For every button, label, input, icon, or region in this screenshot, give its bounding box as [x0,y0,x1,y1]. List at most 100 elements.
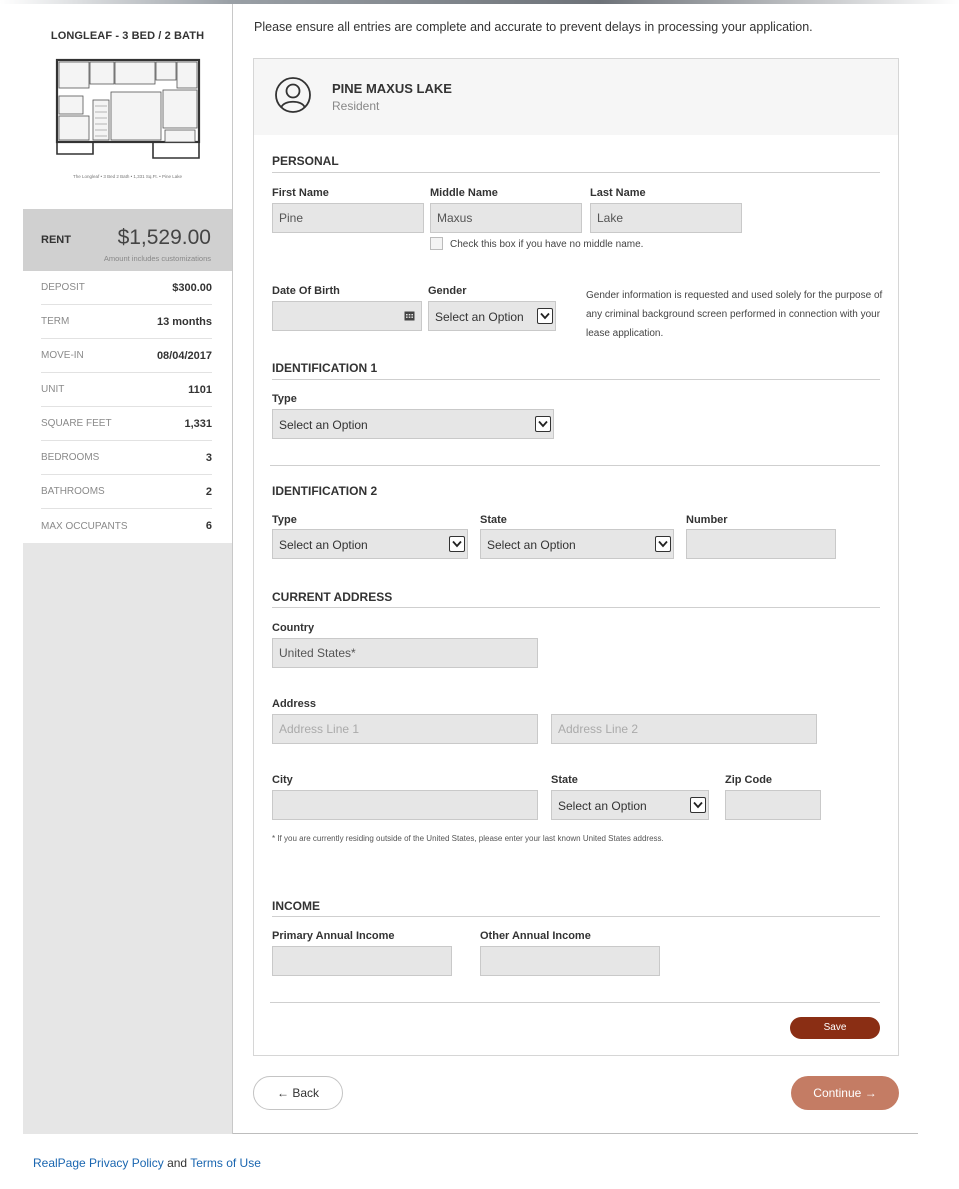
continue-button[interactable]: Continue → [791,1076,899,1110]
back-button[interactable]: ← Back [253,1076,343,1110]
privacy-policy-link[interactable]: RealPage Privacy Policy [33,1156,164,1170]
detail-label: TERM [41,316,70,327]
arrow-left-icon: ← [276,1086,289,1100]
id2-state-select[interactable]: Select an Option [480,529,674,559]
footer-divider [233,1133,918,1134]
footer: RealPage Privacy Policy and Terms of Use [33,1156,261,1170]
detail-label: SQUARE FEET [41,418,112,429]
no-middle-name-label: Check this box if you have no middle nam… [450,239,644,250]
detail-value: $300.00 [172,281,212,294]
detail-label: MAX OCCUPANTS [41,520,128,532]
calendar-icon[interactable] [404,310,415,324]
address-line-1-input[interactable]: Address Line 1 [272,714,538,744]
gender-note: Gender information is requested and used… [586,290,883,339]
city-input[interactable] [272,790,538,820]
section-divider [272,172,880,173]
other-income-input[interactable] [480,946,660,976]
detail-label: DEPOSIT [41,282,85,293]
id2-type-label: Type [272,514,297,526]
detail-row-deposit: DEPOSIT $300.00 [41,271,212,305]
detail-row-bathrooms: BATHROOMS 2 [41,475,212,509]
address-footnote: * If you are currently residing outside … [272,834,664,843]
id1-type-selected: Select an Option [279,418,368,432]
zip-code-input[interactable] [725,790,821,820]
address-label: Address [272,698,317,710]
other-income-label: Other Annual Income [480,930,591,942]
id2-number-input[interactable] [686,529,836,559]
chevron-down-icon [449,536,465,552]
save-button[interactable]: Save [790,1017,880,1039]
gender-label: Gender [428,285,467,297]
id2-type-select[interactable]: Select an Option [272,529,468,559]
gender-selected: Select an Option [435,310,524,324]
detail-label: BEDROOMS [41,452,100,463]
zip-code-label: Zip Code [725,774,773,786]
detail-row-unit: UNIT 1101 [41,373,212,407]
dob-input[interactable] [272,301,422,331]
floorplan-caption: The Longleaf • 3 Bed 2 Bath • 1,331 Sq.F… [72,174,183,179]
detail-row-bedrooms: BEDROOMS 3 [41,441,212,475]
user-avatar-icon [274,76,312,114]
section-divider [272,379,880,380]
id2-number-label: Number [686,514,728,526]
resident-header: PINE MAXUS LAKE Resident [254,59,898,135]
primary-income-label: Primary Annual Income [272,930,395,942]
dob-label: Date Of Birth [272,285,340,297]
rent-label: RENT [41,234,71,246]
address-line-2-input[interactable]: Address Line 2 [551,714,817,744]
detail-value: 08/04/2017 [156,349,212,362]
id1-type-label: Type [272,393,297,405]
detail-value: 13 months [156,315,212,328]
id1-type-select[interactable]: Select an Option [272,409,554,439]
terms-of-use-link[interactable]: Terms of Use [190,1156,261,1170]
resident-role: Resident [332,99,380,113]
section-title-personal: PERSONAL [272,154,339,168]
detail-value: 2 [205,485,212,498]
continue-button-label: Continue [813,1086,862,1100]
country-label: Country [272,622,315,634]
detail-label: UNIT [41,384,65,395]
footer-and: and [163,1156,191,1170]
last-name-input[interactable]: Lake [590,203,742,233]
detail-row-square-feet: SQUARE FEET 1,331 [41,407,212,441]
back-button-label: Back [292,1086,320,1100]
detail-label: MOVE-IN [41,350,84,361]
no-middle-name-checkbox[interactable] [430,237,443,250]
detail-value: 6 [205,520,212,532]
rent-summary: RENT $1,529.00 Amount includes customiza… [23,209,232,271]
city-label: City [272,774,293,786]
section-title-income: INCOME [272,899,320,913]
section-divider [272,607,880,608]
detail-row-move-in: MOVE-IN 08/04/2017 [41,339,212,373]
gender-select[interactable]: Select an Option [428,301,556,331]
unit-summary-sidebar: LONGLEAF - 3 BED / 2 BATH The Longleaf •… [23,4,233,1134]
chevron-down-icon [690,797,706,813]
detail-value: 3 [205,451,212,464]
last-name-label: Last Name [590,187,646,199]
country-input[interactable]: United States* [272,638,538,668]
section-title-current-address: CURRENT ADDRESS [272,590,393,604]
id2-state-selected: Select an Option [487,538,576,552]
arrow-right-icon: → [864,1086,877,1100]
application-form-card: PINE MAXUS LAKE Resident PERSONAL First … [253,58,899,1056]
section-divider [270,1002,880,1003]
resident-name: PINE MAXUS LAKE [332,81,452,96]
address-state-label: State [551,774,578,786]
rent-value: $1,529.00 [117,226,211,249]
middle-name-label: Middle Name [430,187,498,199]
rent-note: Amount includes customizations [103,254,211,263]
unit-details-list: DEPOSIT $300.00 TERM 13 months MOVE-IN 0… [23,271,232,543]
first-name-label: First Name [272,187,329,199]
section-divider [270,465,880,466]
floorplan-panel: LONGLEAF - 3 BED / 2 BATH The Longleaf •… [23,4,232,209]
address-state-select[interactable]: Select an Option [551,790,709,820]
address-state-selected: Select an Option [558,799,647,813]
floorplan-image[interactable] [53,56,203,164]
id2-state-label: State [480,514,507,526]
first-name-input[interactable]: Pine [272,203,424,233]
section-divider [272,916,880,917]
primary-income-input[interactable] [272,946,452,976]
middle-name-input[interactable]: Maxus [430,203,582,233]
form-notice: Please ensure all entries are complete a… [254,20,813,34]
chevron-down-icon [537,308,553,324]
